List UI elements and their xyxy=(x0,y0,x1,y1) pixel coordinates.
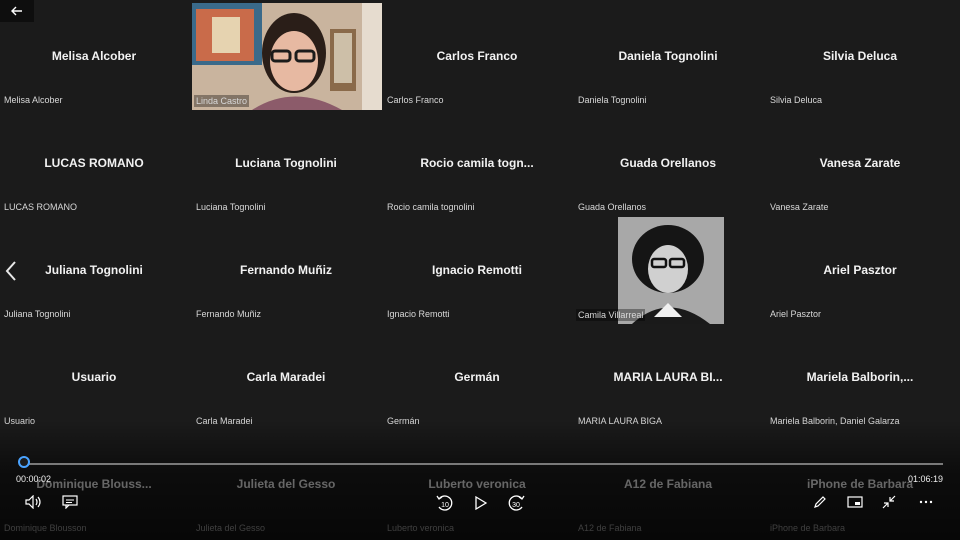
participant-tile: Silvia Deluca Silvia Deluca xyxy=(766,3,954,109)
seek-bar[interactable] xyxy=(25,463,943,465)
arrow-left-icon xyxy=(11,6,22,16)
svg-text:10: 10 xyxy=(441,502,449,509)
picture-in-picture-icon xyxy=(847,496,863,508)
participant-tile: Carla MaradeiCarla Maradei xyxy=(192,324,380,430)
svg-text:30: 30 xyxy=(512,502,520,509)
participant-display-name: Guada Orellanos xyxy=(619,156,717,170)
more-options-button[interactable] xyxy=(916,493,936,511)
participant-name-label: Silvia Deluca xyxy=(770,95,823,105)
participant-tile: Juliana Tognolini Juliana Tognolini xyxy=(0,217,188,323)
participant-display-name: Mariela Balborin,... xyxy=(806,370,914,384)
participant-tile: Guada Orellanos Guada Orellanos xyxy=(574,110,762,216)
participant-tile: Ignacio Remotti Ignacio Remotti xyxy=(383,217,571,323)
participant-tile: Rocio camila togn... Rocio camila tognoli… xyxy=(383,110,571,216)
participant-name-label: Vanesa Zarate xyxy=(770,202,829,212)
participant-tile: MARIA LAURA BI...MARIA LAURA BIGA xyxy=(574,324,762,430)
participant-display-name: Melisa Alcober xyxy=(51,49,137,63)
participant-tile: Vanesa Zarate Vanesa Zarate xyxy=(766,110,954,216)
participant-name-label: Linda Castro xyxy=(194,95,250,107)
previous-page-button[interactable] xyxy=(3,258,19,284)
total-time: 01:06:19 xyxy=(907,474,943,484)
participant-name-label: Camila Villarreal xyxy=(576,309,646,321)
participant-tile: UsuarioUsuario xyxy=(0,324,188,430)
participant-display-name: Fernando Muñiz xyxy=(240,263,332,277)
elapsed-time: 00:00:02 xyxy=(16,474,52,484)
participant-display-name: Daniela Tognolini xyxy=(618,49,718,63)
participant-tile: Ariel Pasztor Ariel Pasztor xyxy=(766,217,954,323)
exit-fullscreen-icon xyxy=(882,495,896,509)
edit-button[interactable] xyxy=(811,493,829,511)
participant-tile: Luciana Tognolini Luciana Tognolini xyxy=(192,110,380,216)
participant-display-name: Silvia Deluca xyxy=(822,49,898,63)
captions-button[interactable] xyxy=(60,493,80,511)
participant-tile: Fernando Muñiz Fernando Muñiz xyxy=(192,217,380,323)
participant-display-name: Carlos Franco xyxy=(436,49,518,63)
video-player: Melisa Alcober Melisa Alcober Linda Castro… xyxy=(0,0,960,540)
skip-forward-30-icon: 30 xyxy=(508,495,525,511)
participant-name-label: Carlos Franco xyxy=(387,95,444,105)
participant-tile: Linda Castro xyxy=(192,3,380,109)
participant-display-name: LUCAS ROMANO xyxy=(44,156,144,170)
exit-fullscreen-button[interactable] xyxy=(880,493,898,511)
participant-display-name: Vanesa Zarate xyxy=(819,156,901,170)
volume-button[interactable] xyxy=(24,493,44,511)
chevron-left-icon xyxy=(5,261,16,281)
skip-back-button[interactable]: 10 xyxy=(434,492,456,514)
more-icon xyxy=(919,500,933,504)
mini-view-button[interactable] xyxy=(845,493,865,511)
participant-name-label: Daniela Tognolini xyxy=(578,95,647,105)
back-button[interactable] xyxy=(0,0,34,22)
participant-name-label: Fernando Muñiz xyxy=(196,309,262,319)
participant-display-name: Rocio camila togn... xyxy=(420,156,534,170)
play-icon xyxy=(475,496,487,510)
participant-name-label: LUCAS ROMANO xyxy=(4,202,78,212)
participant-display-name: Germán xyxy=(454,370,500,384)
participant-display-name: Luciana Tognolini xyxy=(235,156,337,170)
participant-tile: Daniela Tognolini Daniela Tognolini xyxy=(574,3,762,109)
controls-backdrop xyxy=(0,420,960,540)
participant-tile: Mariela Balborin,...Mariela Balborin, Da… xyxy=(766,324,954,430)
participant-display-name: Juliana Tognolini xyxy=(45,263,143,277)
play-button[interactable] xyxy=(471,493,491,513)
participant-name-label: Ariel Pasztor xyxy=(770,309,822,319)
pencil-icon xyxy=(814,496,826,508)
participant-tile: LUCAS ROMANO LUCAS ROMANO xyxy=(0,110,188,216)
participant-name-label: Guada Orellanos xyxy=(578,202,647,212)
participant-display-name: Ignacio Remotti xyxy=(431,263,522,277)
participant-name-label: Luciana Tognolini xyxy=(196,202,266,212)
participant-tile: Carlos Franco Carlos Franco xyxy=(383,3,571,109)
participant-tile: Camila Villarreal xyxy=(574,217,762,323)
participant-name-label: Rocio camila tognolini xyxy=(387,202,475,212)
skip-forward-button[interactable]: 30 xyxy=(505,492,527,514)
speaker-icon xyxy=(25,495,41,509)
skip-back-10-icon: 10 xyxy=(436,495,453,511)
participant-display-name: Ariel Pasztor xyxy=(823,263,897,277)
participant-display-name: Carla Maradei xyxy=(246,370,326,384)
participant-name-label: Ignacio Remotti xyxy=(387,309,450,319)
participant-name-label: Melisa Alcober xyxy=(4,95,63,105)
participant-display-name: Usuario xyxy=(71,370,117,384)
captions-icon xyxy=(62,495,78,509)
participant-tile: GermánGermán xyxy=(383,324,571,430)
participant-name-label: Juliana Tognolini xyxy=(4,309,71,319)
participant-display-name: MARIA LAURA BI... xyxy=(613,370,723,384)
